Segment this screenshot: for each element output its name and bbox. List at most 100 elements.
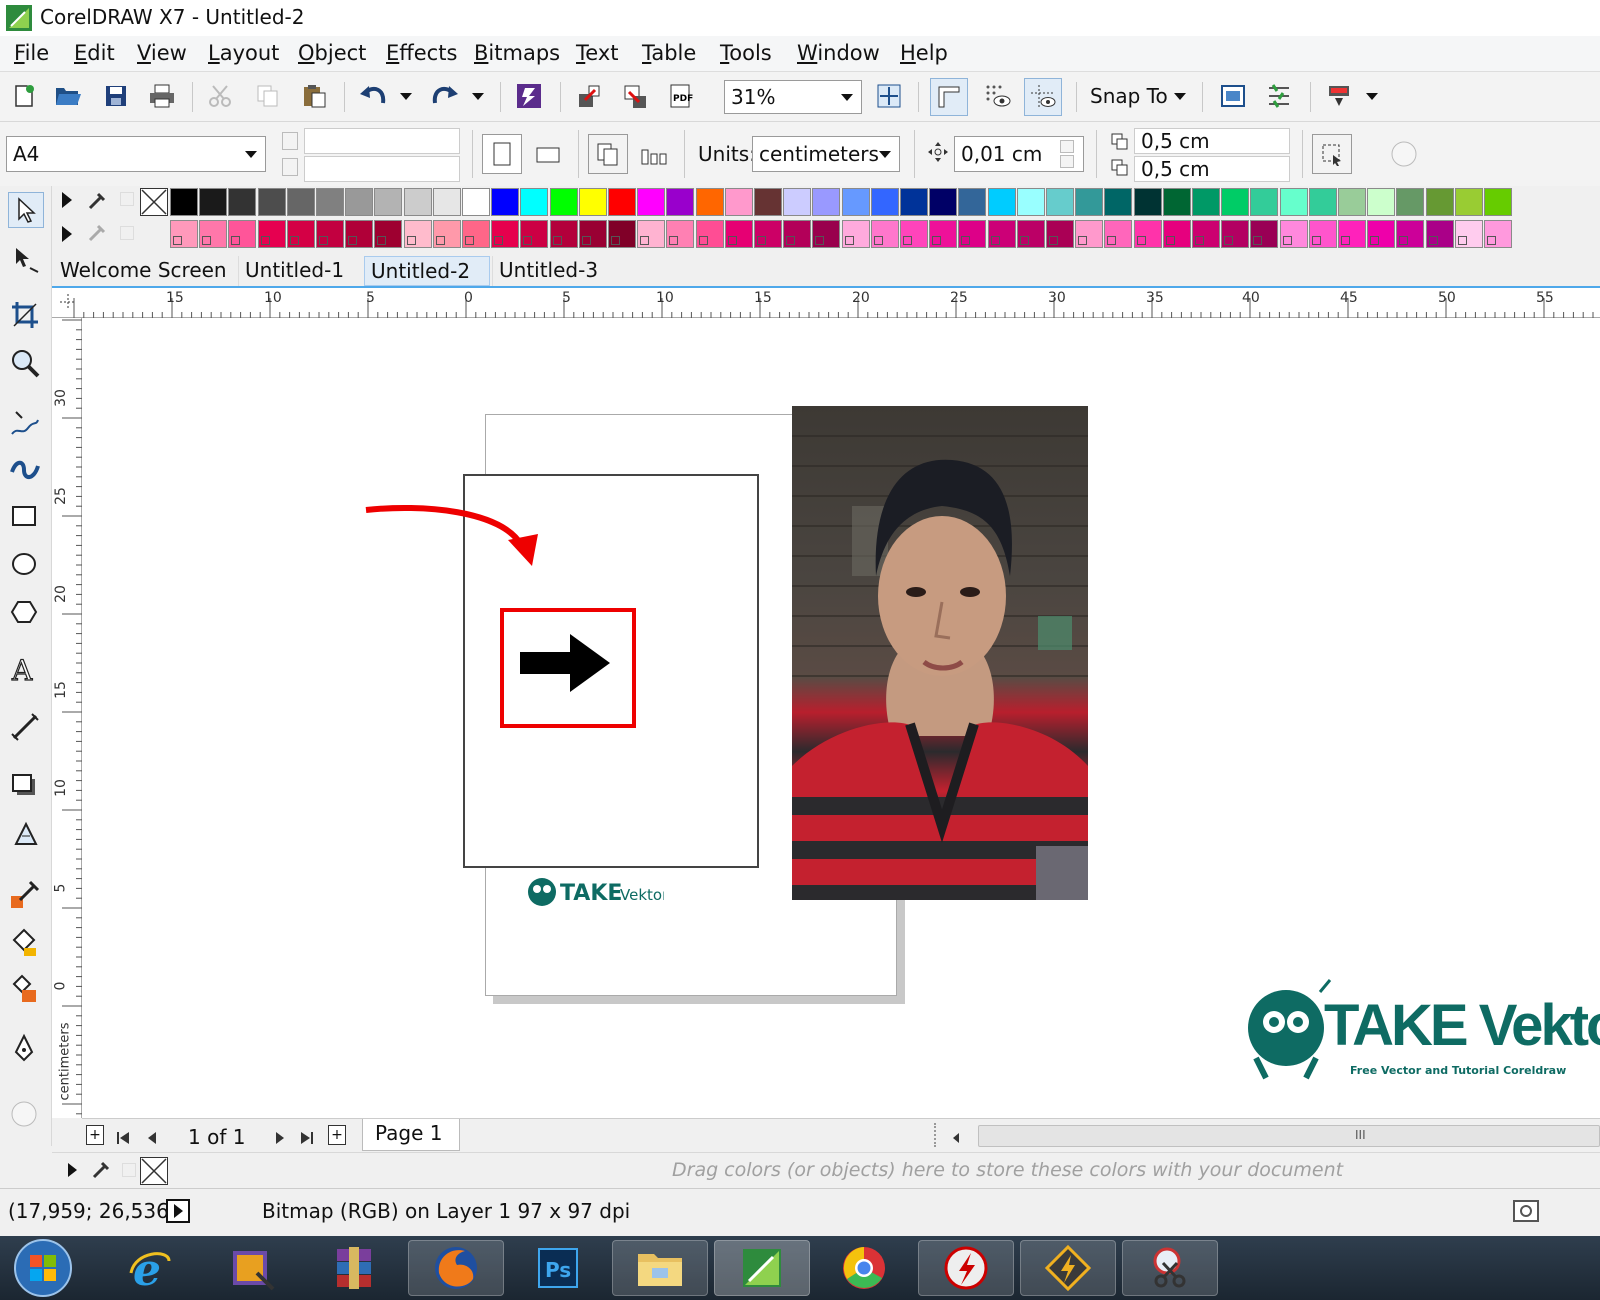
color-swatch[interactable]	[316, 188, 344, 216]
open-icon[interactable]	[52, 80, 84, 112]
undo-icon[interactable]	[356, 80, 392, 112]
color-swatch[interactable]	[520, 220, 549, 248]
tab-welcome-screen[interactable]: Welcome Screen	[54, 256, 234, 286]
page-size-combo[interactable]: A4	[6, 136, 266, 172]
color-swatch[interactable]	[286, 188, 315, 216]
duplicate-y-field[interactable]: 0,5 cm	[1134, 156, 1290, 182]
color-swatch[interactable]	[666, 188, 695, 216]
color-swatch[interactable]	[520, 188, 549, 216]
color-swatch[interactable]	[549, 188, 578, 216]
color-swatch[interactable]	[1367, 188, 1396, 216]
first-page-icon[interactable]	[116, 1127, 130, 1144]
insert-page-after-icon[interactable]: +	[328, 1125, 346, 1145]
color-swatch[interactable]	[1162, 188, 1191, 216]
color-swatch[interactable]	[929, 220, 958, 248]
drawing-canvas[interactable]: TAKE Vektor TAKE Vekt Free Vector and Tu…	[82, 318, 1600, 1118]
dimension-tool-icon[interactable]	[8, 710, 44, 746]
palette2-expand-icon[interactable]	[62, 226, 72, 242]
firefox-icon[interactable]	[408, 1240, 504, 1296]
treat-as-filled-icon[interactable]	[1312, 134, 1352, 174]
menu-tools[interactable]: Tools	[720, 41, 772, 65]
color-swatch[interactable]	[754, 220, 782, 248]
color-swatch[interactable]	[1279, 188, 1308, 216]
start-button[interactable]	[10, 1238, 76, 1298]
color-swatch[interactable]	[1016, 220, 1045, 248]
color-swatch[interactable]	[1308, 188, 1337, 216]
status-view-icon[interactable]	[1512, 1199, 1540, 1225]
color-swatch[interactable]	[578, 188, 607, 216]
scrollbar-splitter[interactable]	[934, 1123, 940, 1147]
color-swatch[interactable]	[841, 220, 870, 248]
color-swatch[interactable]	[199, 188, 228, 216]
color-swatch[interactable]	[1133, 220, 1162, 248]
no-fill-swatch[interactable]	[140, 188, 168, 216]
smart-fill-tool-icon[interactable]	[8, 972, 44, 1008]
color-swatch[interactable]	[1046, 188, 1074, 216]
options-icon[interactable]	[1262, 80, 1296, 112]
color-swatch[interactable]	[695, 188, 724, 216]
polygon-tool-icon[interactable]	[8, 596, 44, 632]
color-swatch[interactable]	[257, 220, 286, 248]
color-swatch[interactable]	[870, 220, 899, 248]
color-swatch[interactable]	[637, 188, 666, 216]
freehand-tool-icon[interactable]	[8, 406, 44, 442]
shape-tool-icon[interactable]	[8, 242, 44, 278]
tab-untitled-2[interactable]: Untitled-2	[364, 256, 490, 286]
color-swatch[interactable]	[170, 220, 198, 248]
color-swatch[interactable]	[637, 220, 666, 248]
dimension-icon[interactable]	[1386, 136, 1422, 172]
movie-maker-icon[interactable]	[204, 1240, 300, 1296]
ruler-origin-icon[interactable]	[58, 292, 78, 312]
toolbox-add-icon[interactable]	[8, 1098, 44, 1134]
snap-to-dropdown-icon[interactable]	[1172, 88, 1188, 104]
palette2-eyedropper-icon[interactable]	[86, 222, 108, 244]
application-launcher-dropdown-icon[interactable]	[1364, 88, 1380, 104]
color-eyedropper-tool-icon[interactable]	[8, 878, 44, 914]
color-swatch[interactable]	[724, 188, 753, 216]
color-swatch[interactable]	[1425, 188, 1454, 216]
color-swatch[interactable]	[1484, 220, 1512, 248]
artistic-media-tool-icon[interactable]	[8, 452, 44, 488]
color-swatch[interactable]	[491, 220, 520, 248]
color-swatch[interactable]	[1192, 220, 1220, 248]
show-grid-icon[interactable]	[980, 80, 1014, 112]
menu-help[interactable]: Help	[900, 41, 948, 65]
color-swatch[interactable]	[666, 220, 695, 248]
color-swatch[interactable]	[170, 188, 198, 216]
redo-dropdown-icon[interactable]	[470, 88, 486, 104]
color-swatch[interactable]	[1162, 220, 1191, 248]
color-swatch[interactable]	[286, 220, 315, 248]
color-swatch[interactable]	[549, 220, 578, 248]
menu-layout[interactable]: Layout	[208, 41, 279, 65]
color-swatch[interactable]	[783, 188, 812, 216]
color-swatch[interactable]	[199, 220, 228, 248]
color-swatch[interactable]	[345, 220, 374, 248]
vertical-ruler[interactable]: 30 25 20 15 10 5 0 centimeters	[52, 318, 82, 1118]
drop-shadow-tool-icon[interactable]	[8, 770, 44, 806]
menu-window[interactable]: Window	[797, 41, 880, 65]
color-swatch[interactable]	[462, 220, 490, 248]
color-swatch[interactable]	[1338, 220, 1366, 248]
zoom-level-combo[interactable]: 31%	[724, 80, 862, 114]
units-dropdown-icon[interactable]	[879, 151, 891, 158]
page-height-field[interactable]	[304, 156, 460, 182]
tab-untitled-1[interactable]: Untitled-1	[238, 256, 362, 286]
nudge-up-icon[interactable]	[1060, 140, 1074, 153]
color-swatch[interactable]	[1192, 188, 1220, 216]
outline-pen-tool-icon[interactable]	[8, 1032, 44, 1068]
color-swatch[interactable]	[1016, 188, 1045, 216]
status-expand-icon[interactable]	[166, 1199, 190, 1223]
color-swatch[interactable]	[695, 220, 724, 248]
insert-page-before-icon[interactable]: +	[86, 1125, 104, 1145]
import-icon[interactable]	[572, 80, 606, 112]
color-swatch[interactable]	[1454, 188, 1483, 216]
color-swatch[interactable]	[578, 220, 607, 248]
scroll-left-icon[interactable]	[950, 1127, 962, 1143]
color-swatch[interactable]	[1046, 220, 1074, 248]
menu-bitmaps[interactable]: Bitmaps	[474, 41, 560, 65]
color-swatch[interactable]	[462, 188, 490, 216]
color-swatch[interactable]	[608, 220, 636, 248]
search-content-icon[interactable]	[512, 80, 546, 112]
duplicate-x-field[interactable]: 0,5 cm	[1134, 128, 1290, 154]
menu-view[interactable]: View	[137, 41, 187, 65]
